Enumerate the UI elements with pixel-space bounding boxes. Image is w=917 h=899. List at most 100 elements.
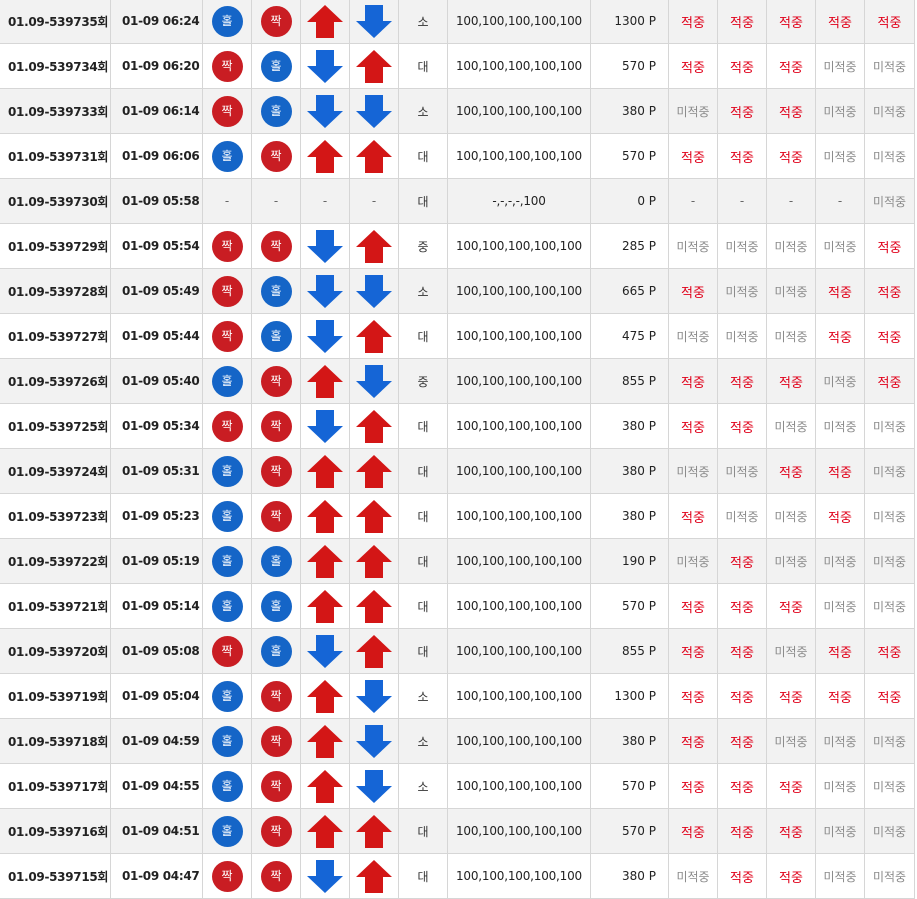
result-cell-5: 미적중 xyxy=(864,178,915,224)
points-cell: 380 P xyxy=(590,448,669,494)
ball-cell-2: 짝 xyxy=(251,223,301,269)
size-pick-cell: 대 xyxy=(398,133,448,179)
even-ball-icon: 짝 xyxy=(260,230,292,262)
arrow-up-icon xyxy=(307,769,343,803)
ball-cell-1: 짝 xyxy=(202,223,252,269)
bet-amounts-cell: 100,100,100,100,100 xyxy=(447,313,591,359)
result-cell-2: 적중 xyxy=(717,808,767,854)
result-cell-4: 적중 xyxy=(815,628,865,674)
table-row[interactable]: 01.09-539722회 01-09 05:19 홀 홀 대 100,100,100,1… xyxy=(0,538,915,584)
table-row[interactable]: 01.09-539731회 01-09 06:06 홀 짝 대 100,100,100,1… xyxy=(0,133,915,179)
arrow-up-icon xyxy=(356,814,392,848)
arrow-cell-1 xyxy=(300,853,350,899)
points-cell: 380 P xyxy=(590,493,669,539)
odd-ball-icon: 홀 xyxy=(211,725,243,757)
round-time-cell: 01-09 05:19 xyxy=(110,538,203,584)
ball-cell-1: 짝 xyxy=(202,313,252,359)
points-cell: 855 P xyxy=(590,628,669,674)
table-row[interactable]: 01.09-539726회 01-09 05:40 홀 짝 중 100,100,100,1… xyxy=(0,358,915,404)
size-pick-cell: 대 xyxy=(398,43,448,89)
table-row[interactable]: 01.09-539733회 01-09 06:14 짝 홀 소 100,100,100,1… xyxy=(0,88,915,134)
bet-amounts-cell: 100,100,100,100,100 xyxy=(447,853,591,899)
arrow-up-icon xyxy=(307,724,343,758)
bet-amounts-cell: 100,100,100,100,100 xyxy=(447,133,591,179)
table-row[interactable]: 01.09-539719회 01-09 05:04 홀 짝 소 100,100,100,1… xyxy=(0,673,915,719)
arrow-cell-1 xyxy=(300,673,350,719)
even-ball-icon: 짝 xyxy=(211,50,243,82)
table-row[interactable]: 01.09-539720회 01-09 05:08 짝 홀 대 100,100,100,1… xyxy=(0,628,915,674)
result-cell-5: 적중 xyxy=(864,0,915,44)
ball-cell-2: 홀 xyxy=(251,583,301,629)
points-cell: 380 P xyxy=(590,853,669,899)
arrow-down-icon xyxy=(356,724,392,758)
table-row[interactable]: 01.09-539723회 01-09 05:23 홀 짝 대 100,100,100,1… xyxy=(0,493,915,539)
result-cell-2: 적중 xyxy=(717,763,767,809)
arrow-cell-2 xyxy=(349,133,399,179)
table-row[interactable]: 01.09-539721회 01-09 05:14 홀 홀 대 100,100,100,1… xyxy=(0,583,915,629)
even-ball-icon: 짝 xyxy=(260,815,292,847)
table-row[interactable]: 01.09-539730회 01-09 05:58- - - - 대 -,-,-,-,100… xyxy=(0,178,915,224)
result-cell-3: 적중 xyxy=(766,88,816,134)
result-cell-1: 미적중 xyxy=(668,223,718,269)
even-ball-icon: 짝 xyxy=(260,860,292,892)
result-cell-5: 적중 xyxy=(864,268,915,314)
arrow-cell-2 xyxy=(349,88,399,134)
result-cell-1: 적중 xyxy=(668,43,718,89)
arrow-down-icon xyxy=(307,94,343,128)
round-time-cell: 01-09 05:44 xyxy=(110,313,203,359)
result-cell-2: 적중 xyxy=(717,403,767,449)
table-row[interactable]: 01.09-539734회 01-09 06:20 짝 홀 대 100,100,100,1… xyxy=(0,43,915,89)
ball-cell-2: 홀 xyxy=(251,43,301,89)
round-time-cell: 01-09 04:47 xyxy=(110,853,203,899)
result-cell-2: 미적중 xyxy=(717,313,767,359)
size-pick-cell: 중 xyxy=(398,223,448,269)
bet-amounts-cell: 100,100,100,100,100 xyxy=(447,448,591,494)
round-time-cell: 01-09 05:08 xyxy=(110,628,203,674)
table-row[interactable]: 01.09-539716회 01-09 04:51 홀 짝 대 100,100,100,1… xyxy=(0,808,915,854)
table-row[interactable]: 01.09-539725회 01-09 05:34 짝 짝 대 100,100,100,1… xyxy=(0,403,915,449)
table-row[interactable]: 01.09-539729회 01-09 05:54 짝 짝 중 100,100,100,1… xyxy=(0,223,915,269)
arrow-up-icon xyxy=(307,814,343,848)
table-row[interactable]: 01.09-539727회 01-09 05:44 짝 홀 대 100,100,100,1… xyxy=(0,313,915,359)
table-row[interactable]: 01.09-539728회 01-09 05:49 짝 홀 소 100,100,100,1… xyxy=(0,268,915,314)
arrow-cell-1 xyxy=(300,88,350,134)
arrow-cell-1 xyxy=(300,313,350,359)
ball-cell-1: 홀 xyxy=(202,0,252,44)
result-cell-3: 적중 xyxy=(766,0,816,44)
result-cell-5: 미적중 xyxy=(864,133,915,179)
arrow-cell-1 xyxy=(300,358,350,404)
result-cell-3: 적중 xyxy=(766,43,816,89)
odd-ball-icon: 홀 xyxy=(211,140,243,172)
odd-ball-icon: 홀 xyxy=(260,320,292,352)
odd-ball-icon: 홀 xyxy=(211,5,243,37)
round-time-cell: 01-09 05:31 xyxy=(110,448,203,494)
table-row[interactable]: 01.09-539718회 01-09 04:59 홀 짝 소 100,100,100,1… xyxy=(0,718,915,764)
points-cell: 1300 P xyxy=(590,673,669,719)
table-row[interactable]: 01.09-539715회 01-09 04:47 짝 짝 대 100,100,100,1… xyxy=(0,853,915,899)
ball-cell-2: 짝 xyxy=(251,853,301,899)
table-row[interactable]: 01.09-539717회 01-09 04:55 홀 짝 소 100,100,100,1… xyxy=(0,763,915,809)
table-row[interactable]: 01.09-539735회 01-09 06:24 홀 짝 소 100,100,100,1… xyxy=(0,0,915,44)
bet-amounts-cell: 100,100,100,100,100 xyxy=(447,88,591,134)
table-row[interactable]: 01.09-539724회 01-09 05:31 홀 짝 대 100,100,100,1… xyxy=(0,448,915,494)
odd-ball-icon: 홀 xyxy=(211,455,243,487)
arrow-down-icon xyxy=(307,229,343,263)
size-pick-cell: 대 xyxy=(398,853,448,899)
round-id-cell: 01.09-539721회 xyxy=(0,583,111,629)
arrow-cell-2 xyxy=(349,853,399,899)
result-cell-1: 미적중 xyxy=(668,88,718,134)
round-time-cell: 01-09 05:49 xyxy=(110,268,203,314)
ball-cell-1: 짝 xyxy=(202,628,252,674)
arrow-cell-1 xyxy=(300,628,350,674)
size-pick-cell: 소 xyxy=(398,763,448,809)
result-cell-1: 적중 xyxy=(668,268,718,314)
points-cell: 380 P xyxy=(590,88,669,134)
round-time-cell: 01-09 05:14 xyxy=(110,583,203,629)
result-cell-2: 미적중 xyxy=(717,268,767,314)
points-cell: 380 P xyxy=(590,718,669,764)
arrow-cell-1 xyxy=(300,538,350,584)
ball-cell-2: 홀 xyxy=(251,538,301,584)
size-pick-cell: 소 xyxy=(398,268,448,314)
arrow-cell-2 xyxy=(349,718,399,764)
bet-amounts-cell: 100,100,100,100,100 xyxy=(447,268,591,314)
